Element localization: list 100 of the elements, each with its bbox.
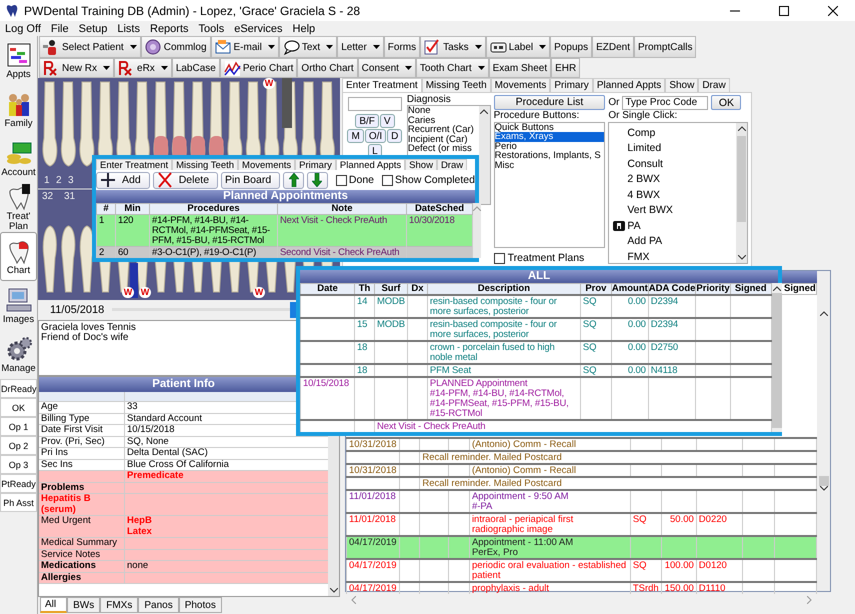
tab[interactable]: All xyxy=(40,597,68,613)
surface-button[interactable]: V xyxy=(380,114,395,128)
surface-button[interactable]: O/I xyxy=(364,129,386,143)
scrollbar[interactable] xyxy=(736,123,747,263)
menu-item[interactable]: Log Off xyxy=(0,22,46,34)
toolbar-button[interactable]: Ortho Chart xyxy=(297,58,358,78)
status-button[interactable]: Op 2 xyxy=(0,436,37,455)
scroll-thumb[interactable] xyxy=(818,476,828,486)
checkbox[interactable] xyxy=(494,252,505,264)
toolbar-button[interactable]: LabCase xyxy=(172,58,220,78)
tab[interactable]: BWs xyxy=(67,597,100,613)
toolbar-button[interactable]: E-mail xyxy=(210,36,279,58)
tab[interactable]: Missing Teeth xyxy=(422,78,491,92)
tab[interactable]: Planned Appts xyxy=(336,159,406,170)
slider-thumb[interactable] xyxy=(290,302,297,318)
tab[interactable]: Enter Treatment xyxy=(342,78,422,92)
surface-button[interactable]: M xyxy=(347,129,364,143)
toolbar-button[interactable]: Exam Sheet xyxy=(488,58,552,78)
toolbar-button[interactable]: EZDent xyxy=(592,36,634,58)
list-item[interactable]: 2 BWX xyxy=(609,172,735,187)
toolbar-button[interactable]: Forms xyxy=(384,36,420,58)
ok-button[interactable]: OK xyxy=(711,95,742,110)
toolbar-button[interactable]: Pin Board xyxy=(221,172,280,188)
menu-item[interactable]: Lists xyxy=(112,22,145,34)
scrollbar[interactable] xyxy=(328,435,339,596)
tab[interactable]: Planned Appts xyxy=(592,78,666,92)
toolbar-button[interactable]: EHR xyxy=(551,58,580,78)
toolbar-button[interactable]: PromptCalls xyxy=(634,36,696,58)
list-item[interactable]: Quick Buttons xyxy=(494,122,604,132)
list-item[interactable]: Consult xyxy=(609,156,735,172)
toolbar-button[interactable]: Tasks xyxy=(420,36,486,58)
toolbar-button[interactable]: Label xyxy=(486,36,550,58)
move-down-button[interactable] xyxy=(307,172,328,188)
status-button[interactable]: DrReady xyxy=(0,379,37,398)
tab[interactable]: Primary xyxy=(550,78,593,92)
list-item[interactable]: Recurrent (Car) xyxy=(408,125,478,134)
tab[interactable]: Enter Treatment xyxy=(96,159,172,170)
tab[interactable]: Movements xyxy=(490,78,550,92)
proc-code-field[interactable]: Type Proc Code xyxy=(622,96,708,110)
scrollbar[interactable] xyxy=(478,106,490,204)
menu-item[interactable]: Setup xyxy=(74,22,112,34)
toolbar-button[interactable]: Select Patient xyxy=(39,36,141,58)
checkbox[interactable] xyxy=(336,174,347,186)
text-field[interactable] xyxy=(348,97,402,111)
list-item[interactable]: Incipient (Car) xyxy=(408,134,478,144)
module-button[interactable]: Manage xyxy=(0,330,37,379)
module-button[interactable]: Images xyxy=(0,281,37,330)
list-item[interactable]: Misc xyxy=(494,160,604,170)
menu-item[interactable]: File xyxy=(46,22,74,34)
module-button[interactable]: Appts xyxy=(0,36,37,85)
toolbar-button[interactable]: Delete xyxy=(152,172,218,188)
tab[interactable]: Show xyxy=(665,78,698,92)
menu-item[interactable]: Tools xyxy=(194,22,230,34)
toolbar-button[interactable]: Popups xyxy=(550,36,592,58)
list-item[interactable]: Exams, Xrays xyxy=(494,132,604,142)
tab[interactable]: Missing Teeth xyxy=(172,159,238,170)
tab[interactable]: Primary xyxy=(295,159,336,170)
tab[interactable]: Photos xyxy=(178,597,222,613)
module-button[interactable]: Chart xyxy=(0,232,37,281)
list-item[interactable]: Add PA xyxy=(609,234,735,249)
tab[interactable]: Panos xyxy=(138,597,179,613)
move-up-button[interactable] xyxy=(283,172,304,188)
toolbar-button[interactable]: Perio Chart xyxy=(220,58,298,78)
module-button[interactable]: Family xyxy=(0,85,37,134)
status-button[interactable]: Op 1 xyxy=(0,417,37,436)
checkbox[interactable] xyxy=(382,174,394,186)
tab[interactable]: Draw xyxy=(436,159,468,170)
module-button[interactable]: Treat' Plan xyxy=(0,183,37,232)
list-item[interactable]: 4 BWX xyxy=(609,187,735,202)
list-item[interactable]: Restorations, Implants, S xyxy=(494,151,604,161)
tab[interactable]: Movements xyxy=(238,159,296,170)
list-item[interactable]: FMX xyxy=(609,249,735,264)
toolbar-button[interactable]: Tooth Chart xyxy=(416,58,489,78)
module-button[interactable]: Account xyxy=(0,134,37,183)
procedure-list-button[interactable]: Procedure List xyxy=(494,95,606,110)
scrollbar[interactable] xyxy=(817,271,830,591)
list-item[interactable]: PA xyxy=(609,218,735,234)
menu-item[interactable]: Help xyxy=(288,22,320,34)
surface-button[interactable]: D xyxy=(387,129,402,143)
menu-item[interactable]: Reports xyxy=(145,22,194,34)
toolbar-button[interactable]: Consent xyxy=(358,58,416,78)
list-item[interactable]: Caries xyxy=(408,116,478,125)
status-button[interactable]: Op 3 xyxy=(0,455,37,474)
status-button[interactable]: PtReady xyxy=(0,474,37,493)
toolbar-button[interactable]: New Rx xyxy=(39,58,114,78)
tab[interactable]: Draw xyxy=(698,78,730,92)
list-item[interactable]: Perio xyxy=(494,142,604,152)
toolbar-button[interactable]: eRx xyxy=(114,58,172,78)
scrollbar[interactable] xyxy=(473,203,481,258)
toolbar-button[interactable]: Text xyxy=(278,36,338,58)
list-item[interactable]: None xyxy=(408,106,478,116)
tab[interactable]: Show xyxy=(405,159,437,170)
toolbar-button[interactable]: Add xyxy=(96,172,150,188)
status-button[interactable]: Ph Asst xyxy=(0,493,37,512)
list-item[interactable]: Limited xyxy=(609,140,735,156)
status-button[interactable]: OK xyxy=(0,398,37,417)
toolbar-button[interactable]: Commlog xyxy=(140,36,211,58)
list-item[interactable]: Vert BWX xyxy=(609,202,735,218)
list-item[interactable]: Defect (or miss xyxy=(408,144,478,154)
tab[interactable]: FMXs xyxy=(100,597,138,613)
